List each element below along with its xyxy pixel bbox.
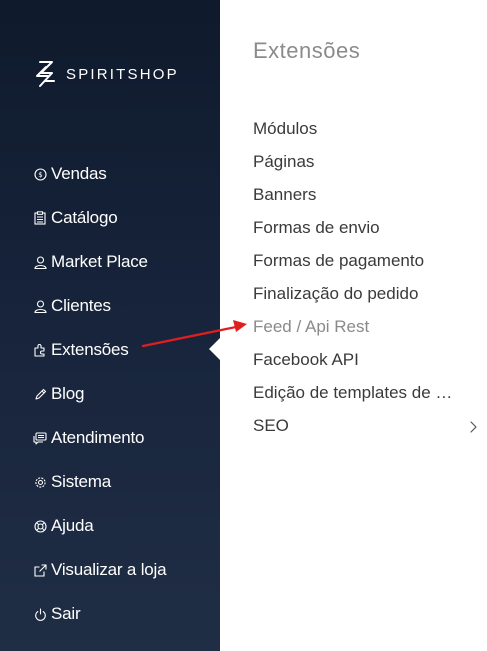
external-link-icon — [33, 563, 47, 577]
submenu-item-paginas[interactable]: Páginas — [253, 150, 458, 174]
spiritshop-logo-icon — [33, 59, 59, 89]
sidebar-item-label: Extensões — [51, 340, 129, 359]
sidebar-item-sistema[interactable]: Sistema — [33, 470, 111, 494]
puzzle-icon — [33, 343, 47, 357]
sidebar-item-label: Ajuda — [51, 516, 94, 535]
submenu-item-formas-envio[interactable]: Formas de envio — [253, 216, 458, 240]
sidebar-item-clientes[interactable]: Clientes — [33, 294, 111, 318]
submenu-title: Extensões — [253, 38, 361, 63]
lifebuoy-icon — [33, 519, 47, 533]
submenu-item-facebook-api[interactable]: Facebook API — [253, 348, 458, 372]
sidebar-item-label: Catálogo — [51, 208, 118, 227]
clipboard-icon — [33, 211, 47, 225]
active-item-caret — [209, 338, 220, 360]
sidebar-item-vendas[interactable]: $ Vendas — [33, 162, 107, 186]
submenu-item-banners[interactable]: Banners — [253, 183, 458, 207]
sidebar-item-label: Visualizar a loja — [51, 560, 167, 579]
sidebar-item-label: Clientes — [51, 296, 111, 315]
sidebar-item-label: Sistema — [51, 472, 112, 491]
sidebar-item-extensoes[interactable]: Extensões — [33, 338, 129, 362]
pencil-icon — [33, 387, 47, 401]
submenu-item-formas-pagamento[interactable]: Formas de pagamento — [253, 249, 458, 273]
sidebar: SPIRITSHOP $ Vendas Catálogo Market Plac… — [0, 0, 220, 651]
brand-logo[interactable]: SPIRITSHOP — [33, 58, 179, 90]
submenu-item-seo[interactable]: SEO — [253, 414, 458, 438]
sidebar-item-blog[interactable]: Blog — [33, 382, 84, 406]
sidebar-item-catalogo[interactable]: Catálogo — [33, 206, 118, 230]
sidebar-item-label: Market Place — [51, 252, 148, 271]
sidebar-item-label: Vendas — [51, 164, 107, 183]
sidebar-item-visualizar-loja[interactable]: Visualizar a loja — [33, 558, 167, 582]
sidebar-item-atendimento[interactable]: Atendimento — [33, 426, 144, 450]
dollar-circle-icon: $ — [33, 167, 47, 181]
sidebar-item-label: Sair — [51, 604, 81, 623]
power-icon — [33, 607, 47, 621]
submenu-item-modulos[interactable]: Módulos — [253, 117, 458, 141]
submenu-item-edicao-templates-email[interactable]: Edição de templates de e-mail — [253, 381, 458, 405]
sidebar-item-label: Blog — [51, 384, 85, 403]
submenu-item-feed-api-rest[interactable]: Feed / Api Rest — [253, 315, 458, 339]
chevron-right-icon[interactable] — [466, 419, 480, 435]
sidebar-item-sair[interactable]: Sair — [33, 602, 81, 626]
chat-icon — [33, 431, 47, 445]
user-icon — [33, 299, 47, 313]
submenu-item-finalizacao-pedido[interactable]: Finalização do pedido — [253, 282, 458, 306]
gear-icon — [33, 475, 47, 489]
sidebar-item-ajuda[interactable]: Ajuda — [33, 514, 94, 538]
user-icon — [33, 255, 47, 269]
sidebar-item-marketplace[interactable]: Market Place — [33, 250, 148, 274]
brand-name: SPIRITSHOP — [66, 65, 179, 83]
svg-text:$: $ — [38, 171, 42, 179]
sidebar-item-label: Atendimento — [51, 428, 145, 447]
